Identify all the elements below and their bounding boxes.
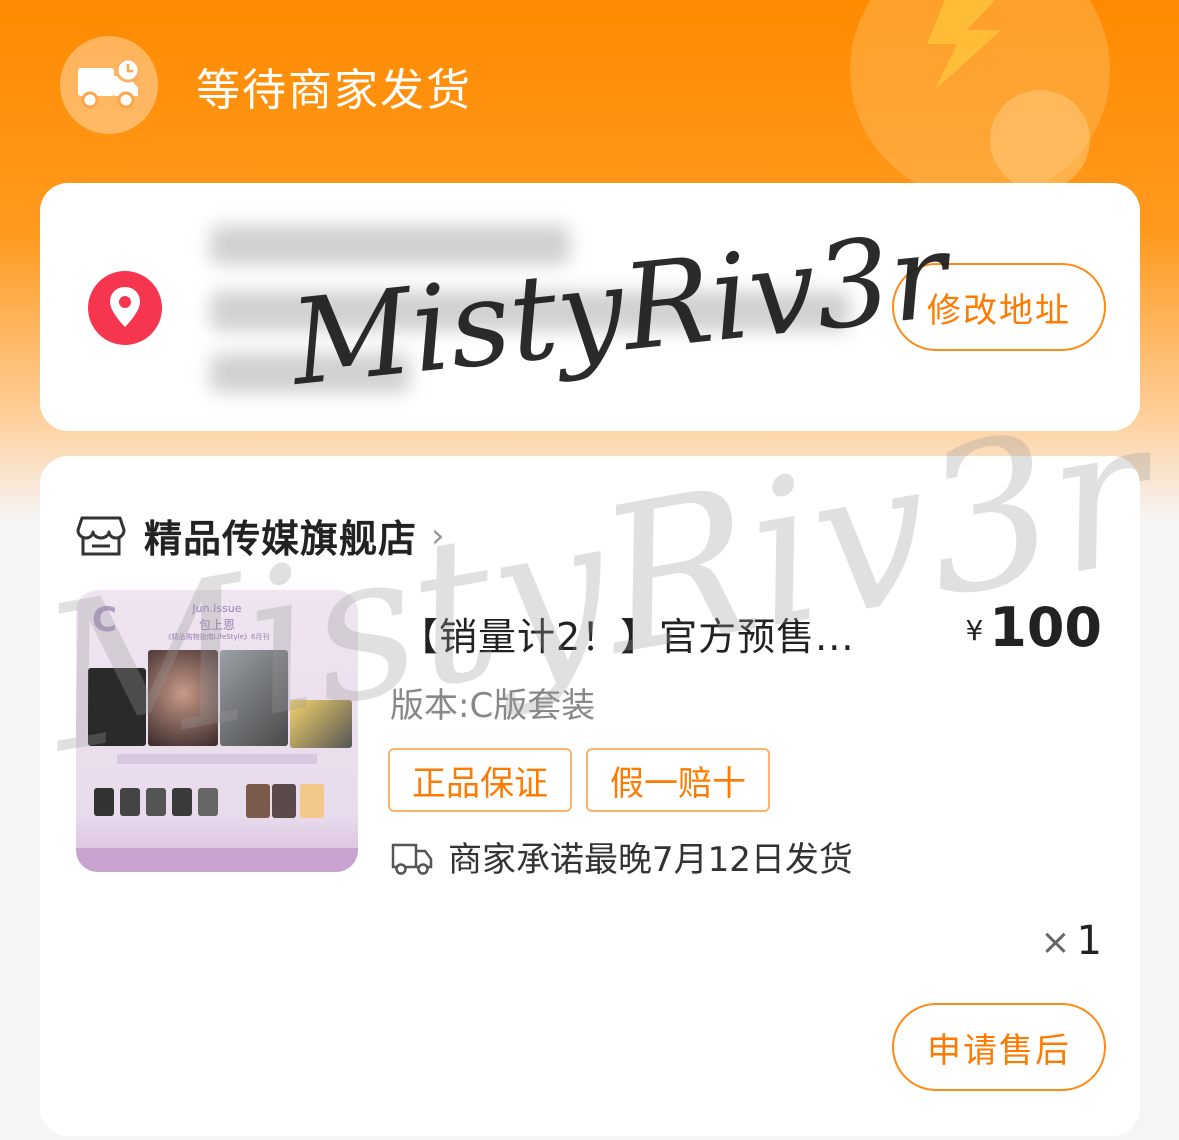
price-value: 100 [989,596,1102,659]
thumbnail-issue: Jun.Issue [192,602,242,615]
thumbnail-card [246,784,270,818]
thumbnail-card [272,784,296,818]
product-thumbnail[interactable]: C Jun.Issue 包上恩 《精品购物指南LifeStyle》6月刊 [76,590,358,872]
thumbnail-note: 《精品购物指南LifeStyle》6月刊 [164,633,270,641]
address-line2-redacted [210,353,410,393]
order-card: 精品传媒旗舰店 › C Jun.Issue 包上恩 《精品购物指南LifeSty… [40,456,1140,1136]
thumbnail-card [300,784,324,818]
product-title[interactable]: 【销量计2！】官方预售... [400,606,854,661]
thumbnail-fine-print [117,754,317,764]
product-variant: 版本:C版套装 [390,686,596,726]
thumbnail-photo [220,650,288,746]
store-icon [76,516,126,555]
address-line-redacted [210,291,850,331]
decor-circle-small [990,90,1090,190]
store-link[interactable]: 精品传媒旗舰店 › [76,508,445,563]
after-sale-button[interactable]: 申请售后 [892,1003,1106,1091]
shipping-note: 商家承诺最晚7月12日发货 [448,840,853,880]
thumbnail-card [198,788,218,816]
thumbnail-photo [290,700,352,748]
store-name: 精品传媒旗舰店 [144,517,418,561]
order-status-title: 等待商家发货 [196,65,472,116]
thumbnail-footer [76,848,358,872]
delivery-truck-icon [391,843,433,875]
thumbnail-card [120,788,140,816]
quantity-symbol: × [1040,922,1071,963]
product-price: ¥100 [965,596,1102,659]
fake-compensation-tag: 假一赔十 [586,748,770,812]
lightning-decor-icon [927,0,1001,90]
location-pin-icon [88,271,162,345]
thumbnail-subtitle: 包上恩 [198,618,235,632]
thumbnail-card [146,788,166,816]
quantity-value: 1 [1076,918,1102,964]
address-card[interactable]: 修改地址 [40,183,1140,431]
truck-clock-icon [60,36,158,134]
thumbnail-card [172,788,192,816]
currency-symbol: ¥ [965,614,984,647]
edit-address-button[interactable]: 修改地址 [892,263,1106,351]
thumbnail-card [94,788,114,816]
recipient-name-redacted [210,225,570,265]
thumbnail-photo [148,650,218,746]
authentic-guarantee-tag: 正品保证 [388,748,572,812]
product-quantity: × 1 [1040,918,1102,964]
shipping-promise: 商家承诺最晚7月12日发货 [390,832,853,881]
thumbnail-photo [88,668,146,746]
chevron-right-icon: › [431,515,445,556]
